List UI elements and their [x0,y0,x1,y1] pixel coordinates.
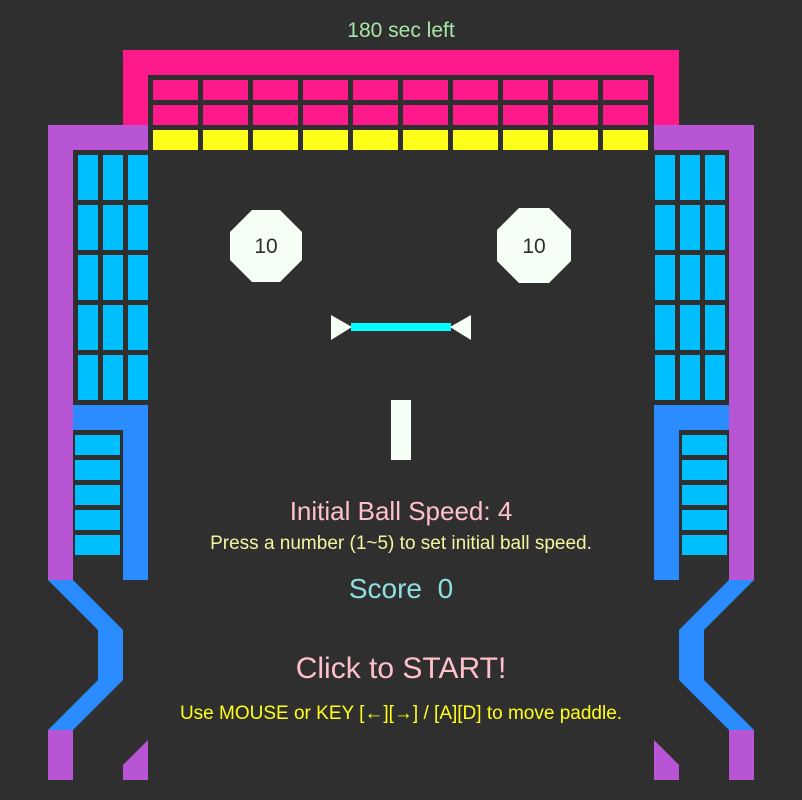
center-bar [351,323,451,331]
brick-blue-left-lower [75,460,120,480]
brick-yellow [403,130,448,150]
brick-blue-right [705,155,725,200]
brick-pink [203,105,248,125]
bumper-left-value: 10 [254,235,278,258]
brick-pink [203,80,248,100]
brick-pink [403,80,448,100]
brick-blue-right [655,205,675,250]
brick-pink [603,105,648,125]
brick-blue-left [103,305,123,350]
start-button[interactable]: Click to START! [0,652,802,686]
brick-blue-right [705,355,725,400]
brick-pink [253,80,298,100]
brick-yellow [453,130,498,150]
brick-blue-left [103,205,123,250]
brick-pink [553,105,598,125]
brick-blue-right [680,155,700,200]
brick-yellow [553,130,598,150]
brick-pink [303,80,348,100]
brick-yellow [203,130,248,150]
control-instructions: Use MOUSE or KEY [←][→] / [A][D] to move… [179,703,623,724]
brick-blue-right [705,255,725,300]
brick-yellow [153,130,198,150]
brick-yellow [303,130,348,150]
brick-blue-left [103,255,123,300]
brick-blue-left-lower [75,435,120,455]
speed-label: Initial Ball Speed: 4 [289,496,513,526]
ball [391,400,411,460]
brick-blue-right [680,305,700,350]
brick-blue-left [128,305,148,350]
brick-yellow [603,130,648,150]
brick-pink [153,80,198,100]
brick-blue-right [705,205,725,250]
bumper-right-value: 10 [522,235,546,258]
brick-pink [503,105,548,125]
brick-blue-left [78,205,98,250]
brick-blue-left [78,305,98,350]
brick-pink [303,105,348,125]
brick-blue-right [680,255,700,300]
brick-blue-left [103,355,123,400]
brick-blue-right [655,255,675,300]
brick-pink [353,105,398,125]
brick-pink [153,105,198,125]
brick-blue-left [128,355,148,400]
brick-pink [353,80,398,100]
brick-blue-right [705,305,725,350]
brick-blue-left [78,155,98,200]
brick-blue-right [680,205,700,250]
score-label: Score 0 [348,573,454,604]
brick-pink [253,105,298,125]
brick-blue-left [128,155,148,200]
timer-text: 180 sec left [347,19,455,42]
brick-blue-right [655,355,675,400]
brick-blue-right-lower [682,435,727,455]
brick-blue-right [655,305,675,350]
brick-blue-right [655,155,675,200]
brick-blue-left [103,155,123,200]
brick-pink [503,80,548,100]
brick-blue-left [78,255,98,300]
brick-yellow [353,130,398,150]
brick-pink [453,80,498,100]
speed-hint: Press a number (1~5) to set initial ball… [210,533,592,554]
brick-pink [403,105,448,125]
brick-blue-right [680,355,700,400]
brick-pink [453,105,498,125]
brick-pink [603,80,648,100]
brick-blue-right-lower [682,460,727,480]
brick-blue-left [128,255,148,300]
brick-pink [553,80,598,100]
brick-yellow [253,130,298,150]
brick-blue-left [128,205,148,250]
brick-yellow [503,130,548,150]
brick-blue-left [78,355,98,400]
